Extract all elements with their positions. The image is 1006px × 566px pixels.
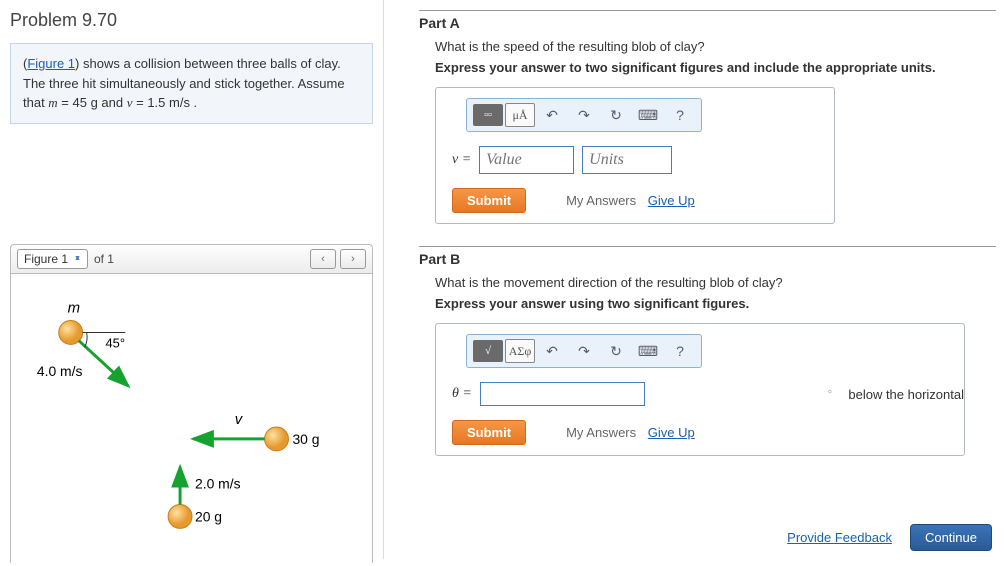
help-icon[interactable]: ? <box>665 103 695 127</box>
ball-20g <box>168 504 192 528</box>
template-icon[interactable]: √ <box>473 340 503 362</box>
part-b-instruction: Express your answer using two significan… <box>435 296 996 311</box>
part-a-question: What is the speed of the resulting blob … <box>435 39 996 54</box>
units-input[interactable] <box>582 146 672 174</box>
redo-icon[interactable]: ↷ <box>569 339 599 363</box>
undo-icon[interactable]: ↶ <box>537 103 567 127</box>
my-answers-label: My Answers <box>566 193 636 208</box>
problem-statement: (Figure 1) shows a collision between thr… <box>10 43 373 124</box>
figure-prev-button[interactable]: ‹ <box>310 249 336 269</box>
figure-canvas: m 45° 4.0 m/s v 30 g 2.0 m/s 20 g <box>10 274 373 563</box>
angle-label: 45° <box>105 335 125 350</box>
v-label: v <box>235 411 244 427</box>
divider <box>419 10 996 11</box>
my-answers-label: My Answers <box>566 425 636 440</box>
part-a-answer-box: ▫▫ μÅ ↶ ↷ ↻ ⌨ ? v = Submit My Answers Gi… <box>435 87 835 224</box>
degree-symbol: ° <box>828 387 833 401</box>
redo-icon[interactable]: ↷ <box>569 103 599 127</box>
give-up-link[interactable]: Give Up <box>648 425 695 440</box>
part-b-toolbar: √ ΑΣφ ↶ ↷ ↻ ⌨ ? <box>466 334 702 368</box>
v1-label: 4.0 m/s <box>37 363 83 379</box>
part-a-title: Part A <box>419 15 996 31</box>
units-tool[interactable]: μÅ <box>505 103 535 127</box>
m2-label: 30 g <box>292 430 319 446</box>
undo-icon[interactable]: ↶ <box>537 339 567 363</box>
figure-link[interactable]: Figure 1 <box>27 56 75 71</box>
part-b-submit-button[interactable]: Submit <box>452 420 526 445</box>
part-a-instruction: Express your answer to two significant f… <box>435 60 996 75</box>
reset-icon[interactable]: ↻ <box>601 339 631 363</box>
v3-label: 2.0 m/s <box>195 475 241 491</box>
part-a-toolbar: ▫▫ μÅ ↶ ↷ ↻ ⌨ ? <box>466 98 702 132</box>
footer: Provide Feedback Continue <box>787 524 992 551</box>
figure-next-button[interactable]: › <box>340 249 366 269</box>
provide-feedback-link[interactable]: Provide Feedback <box>787 530 892 545</box>
figure-selector[interactable]: Figure 1 ▲▼ <box>17 249 88 269</box>
continue-button[interactable]: Continue <box>910 524 992 551</box>
part-b-title: Part B <box>419 251 996 267</box>
part-b-question: What is the movement direction of the re… <box>435 275 996 290</box>
mass-m-label: m <box>68 300 80 316</box>
problem-title: Problem 9.70 <box>10 10 373 31</box>
part-a-submit-button[interactable]: Submit <box>452 188 526 213</box>
value-input[interactable] <box>479 146 574 174</box>
figure-toolbar: Figure 1 ▲▼ of 1 ‹ › <box>10 244 373 274</box>
template-icon[interactable]: ▫▫ <box>473 104 503 126</box>
part-a-var: v = <box>452 152 471 168</box>
ball-30g <box>265 426 289 450</box>
theta-input[interactable] <box>480 382 645 406</box>
part-b-answer-box: √ ΑΣφ ↶ ↷ ↻ ⌨ ? θ = ° below the horizont… <box>435 323 965 456</box>
greek-tool[interactable]: ΑΣφ <box>505 339 535 363</box>
keyboard-icon[interactable]: ⌨ <box>633 339 663 363</box>
below-horizontal-text: below the horizontal <box>848 387 964 402</box>
m3-label: 20 g <box>195 508 222 524</box>
help-icon[interactable]: ? <box>665 339 695 363</box>
keyboard-icon[interactable]: ⌨ <box>633 103 663 127</box>
give-up-link[interactable]: Give Up <box>648 193 695 208</box>
part-b-var: θ = <box>452 386 472 402</box>
divider <box>419 246 996 247</box>
figure-count: of 1 <box>94 252 114 266</box>
reset-icon[interactable]: ↻ <box>601 103 631 127</box>
